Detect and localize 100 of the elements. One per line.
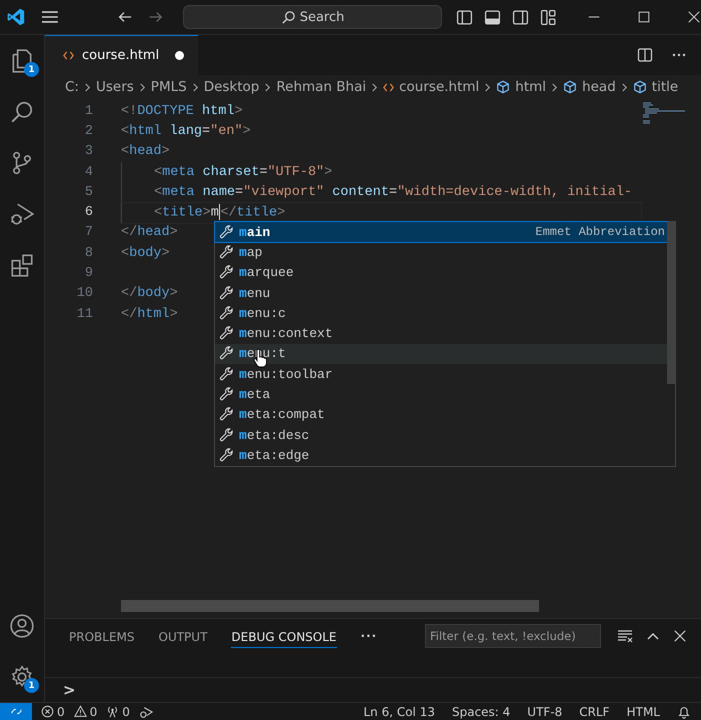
editor-tab[interactable]: course.html: [45, 35, 198, 75]
wrench-icon: [219, 224, 234, 240]
code-line: <!DOCTYPE html>: [121, 104, 243, 119]
chevron-right-icon: [84, 82, 91, 92]
notification-badge: 1: [24, 678, 39, 693]
status-item[interactable]: Ln 6, Col 13: [363, 704, 435, 718]
breadcrumb-item[interactable]: title: [652, 79, 678, 95]
chevron-right-icon: [551, 82, 558, 92]
remote-button[interactable]: [0, 703, 32, 720]
toggle-panel-icon[interactable]: [484, 8, 501, 26]
breadcrumb-item[interactable]: Rehman Bhai: [276, 79, 366, 95]
toggle-secondary-sidebar-icon[interactable]: [512, 8, 529, 26]
code-line: <body>: [121, 246, 170, 261]
clear-console-icon[interactable]: [617, 628, 633, 644]
cube-icon: [563, 80, 578, 94]
suggestion-item[interactable]: menu:context: [215, 323, 667, 344]
chevron-right-icon: [264, 82, 272, 92]
suggestion-item[interactable]: meta:compat: [215, 404, 667, 425]
search-bar[interactable]: Search: [183, 5, 442, 29]
scrollbar[interactable]: [121, 600, 539, 612]
panel-tab[interactable]: DEBUG CONSOLE: [231, 624, 337, 648]
cube-icon: [496, 80, 510, 94]
suggestion-item[interactable]: main Emmet Abbreviation: [215, 222, 667, 242]
code-line: <head>: [121, 144, 170, 160]
wrench-icon: [219, 346, 234, 362]
status-item[interactable]: HTML: [626, 704, 660, 718]
line-number: 11: [76, 306, 93, 322]
chevron-right-icon: [620, 82, 628, 92]
wrench-icon: [219, 306, 234, 321]
line-number: 4: [84, 164, 93, 180]
filter-field[interactable]: Filter (e.g. text, !exclude): [425, 624, 601, 648]
more-tabs-button[interactable]: ···: [360, 629, 378, 643]
breadcrumb-item[interactable]: html: [515, 79, 546, 95]
panel-tab[interactable]: OUTPUT: [158, 624, 208, 648]
line-number: 2: [84, 124, 93, 139]
suggestion-item[interactable]: meta:edge: [215, 445, 667, 466]
wrench-icon: [219, 265, 234, 280]
suggestion-item[interactable]: menu:toolbar: [215, 364, 667, 384]
panel-tab[interactable]: PROBLEMS: [69, 624, 134, 648]
toggle-sidebar-icon[interactable]: [456, 8, 473, 26]
code-line: <meta name="viewport" content="width=device-width, initial-: [154, 184, 632, 200]
breadcrumb-item[interactable]: course.html: [399, 79, 480, 95]
status-count: 0: [57, 704, 65, 718]
status-count: 0: [90, 704, 98, 718]
account-icon[interactable]: [9, 612, 35, 638]
line-number: 1: [84, 104, 93, 119]
line-number: 9: [84, 266, 93, 282]
notification-badge: 1: [24, 62, 39, 77]
suggestion-item[interactable]: meta: [215, 384, 667, 405]
run-debug-icon[interactable]: [138, 704, 153, 718]
line-number: 3: [84, 144, 93, 160]
wrench-icon: [219, 286, 234, 301]
split-editor-icon[interactable]: [637, 47, 653, 63]
code-line: </html>: [121, 306, 178, 322]
suggestion-item[interactable]: marquee: [215, 262, 667, 283]
close-icon[interactable]: [673, 629, 687, 643]
maximize-icon[interactable]: [637, 10, 651, 24]
suggestion-item[interactable]: menu:c: [215, 303, 667, 324]
status-item[interactable]: UTF-8: [527, 704, 562, 718]
customize-layout-icon[interactable]: [540, 8, 557, 26]
chevron-right-icon: [192, 82, 199, 92]
breadcrumb-item[interactable]: head: [582, 79, 616, 95]
suggestion-item[interactable]: map: [215, 242, 667, 263]
error-icon: [41, 705, 54, 718]
breadcrumb-item[interactable]: Users: [96, 79, 134, 95]
close-icon[interactable]: [687, 10, 701, 24]
line-number: 10: [76, 286, 93, 302]
status-item[interactable]: Spaces: 4: [452, 704, 510, 718]
bell-icon[interactable]: [677, 704, 691, 718]
suggestion-item[interactable]: menu: [215, 282, 667, 304]
code-line: <title>m</title>: [154, 204, 286, 221]
suggestion-item[interactable]: meta:desc: [215, 424, 667, 446]
breadcrumb-item[interactable]: C:: [65, 79, 79, 95]
code-line: </body>: [121, 286, 178, 302]
vscode-logo-icon: [6, 7, 26, 27]
wrench-icon: [219, 366, 234, 382]
warning-icon: [74, 705, 87, 718]
breadcrumb-item[interactable]: PMLS: [150, 79, 187, 95]
status-count: 0: [122, 704, 130, 718]
line-number: 7: [84, 225, 93, 240]
chevron-right-icon: [138, 82, 146, 92]
scrollbar[interactable]: [667, 222, 675, 384]
run-debug-icon[interactable]: [9, 200, 35, 226]
code-line: <html lang="en">: [121, 124, 251, 139]
code-line: </head>: [121, 225, 178, 240]
tab-label: course.html: [82, 48, 160, 63]
broadcast-icon: [106, 705, 120, 718]
line-number: 8: [84, 246, 93, 261]
wrench-icon: [219, 428, 234, 443]
code-line: <meta charset="UTF-8">: [154, 164, 332, 180]
line-number: 6: [84, 205, 93, 220]
wrench-icon: [219, 326, 234, 342]
wrench-icon: [219, 387, 234, 402]
cube-icon: [632, 80, 647, 94]
extensions-icon[interactable]: [9, 252, 35, 278]
breadcrumb-item[interactable]: Desktop: [204, 79, 260, 95]
status-item[interactable]: CRLF: [579, 704, 610, 718]
chevron-right-icon: [371, 82, 378, 92]
wrench-icon: [219, 448, 234, 463]
console-prompt: >: [63, 681, 76, 699]
